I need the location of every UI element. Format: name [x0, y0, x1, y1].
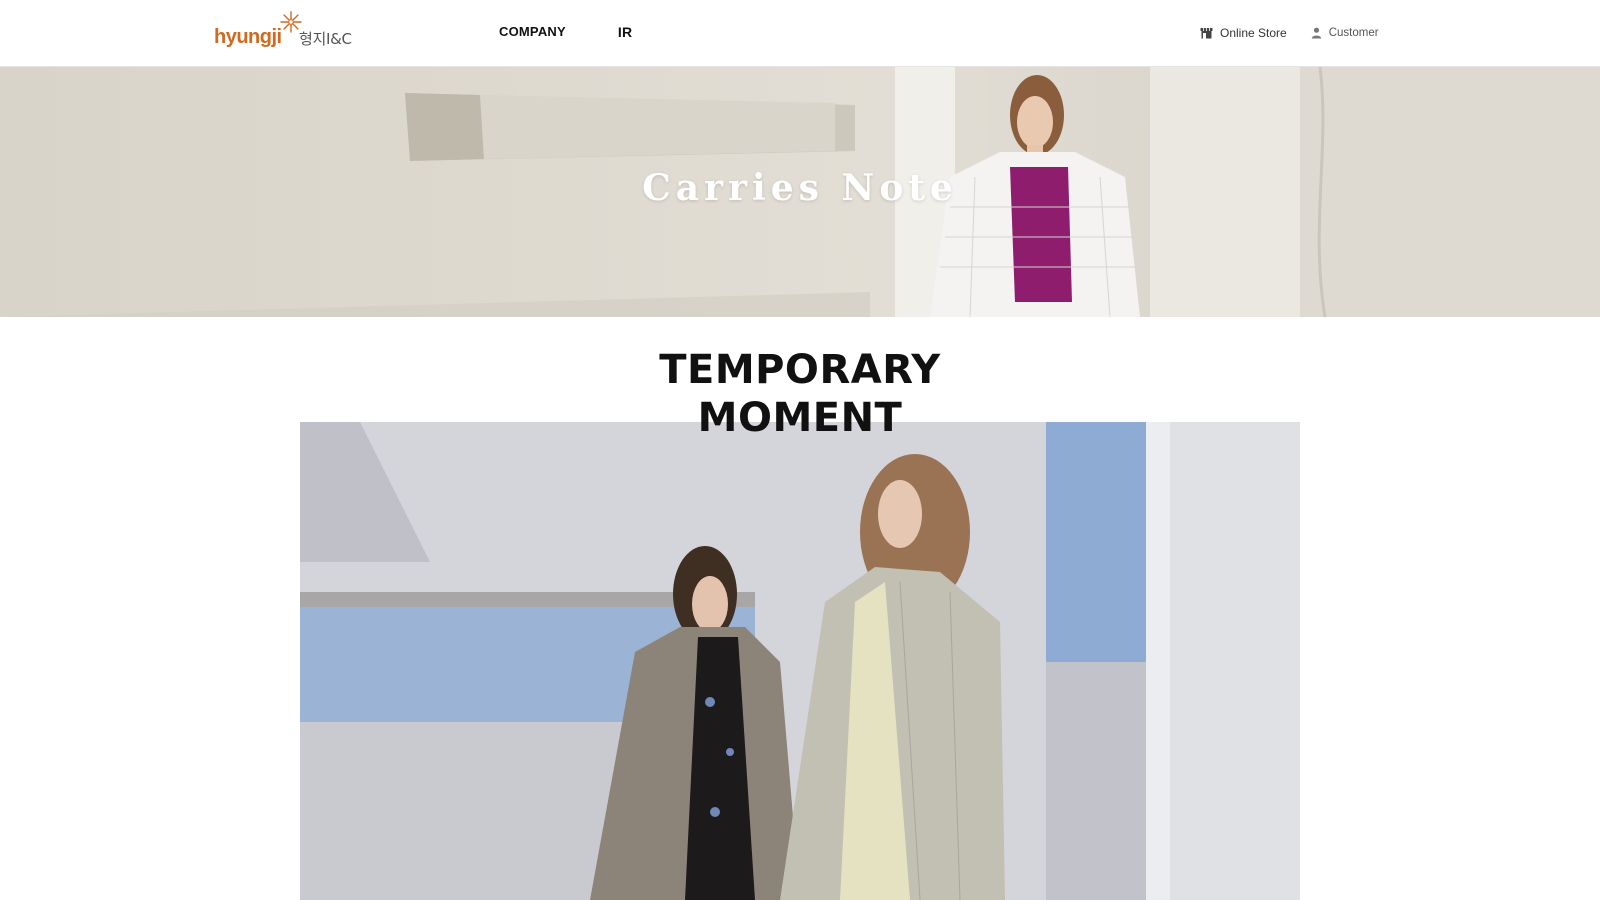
hero-title: Carries Note [642, 167, 958, 209]
feature-photo-scene [300, 422, 1300, 900]
main-nav: COMPANY IR [499, 24, 632, 40]
utility-links: Online Store Customer [1200, 26, 1379, 40]
online-store-label: Online Store [1220, 26, 1287, 40]
hero-banner[interactable]: Carries Note [0, 67, 1600, 317]
store-icon [1200, 28, 1213, 39]
online-store-link[interactable]: Online Store [1200, 26, 1287, 40]
section-title-line-2: MOMENT [697, 395, 903, 441]
feature-image[interactable] [300, 422, 1300, 900]
nav-company[interactable]: COMPANY [499, 24, 566, 40]
brand-logo[interactable]: hyungji 형지I&C [214, 10, 364, 52]
section-title: TEMPORARY MOMENT [0, 346, 1600, 442]
customer-link[interactable]: Customer [1311, 27, 1379, 39]
customer-label: Customer [1328, 27, 1379, 39]
logo-wordmark: hyungji [214, 26, 282, 48]
user-icon [1311, 27, 1321, 39]
section-title-line-1: TEMPORARY [659, 347, 941, 393]
nav-ir[interactable]: IR [618, 24, 632, 40]
site-header: hyungji 형지I&C COMPANY IR Online Store Cu… [0, 0, 1600, 67]
logo-korean-wordmark: 형지I&C [299, 30, 352, 48]
